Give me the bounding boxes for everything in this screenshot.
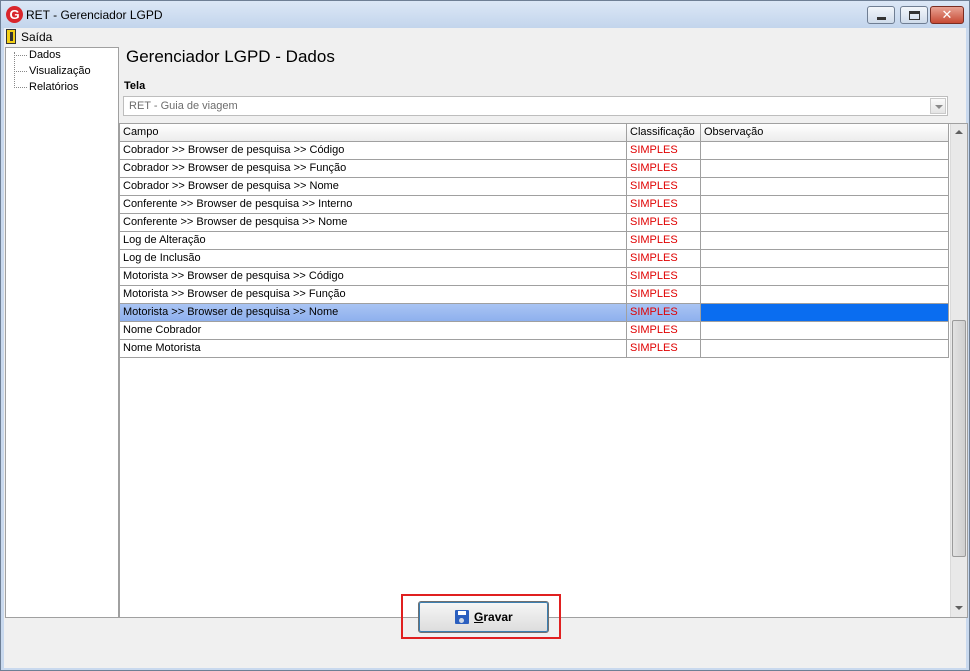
table-row[interactable]: Nome Cobrador SIMPLES [120, 322, 949, 340]
cell-campo[interactable]: Cobrador >> Browser de pesquisa >> Funçã… [120, 160, 627, 178]
cell-classificacao[interactable]: SIMPLES [627, 250, 701, 268]
cell-classificacao[interactable]: SIMPLES [627, 340, 701, 358]
tree-item-label: Dados [29, 49, 61, 61]
cell-classificacao[interactable]: SIMPLES [627, 142, 701, 160]
table-row[interactable]: Motorista >> Browser de pesquisa >> Códi… [120, 268, 949, 286]
cell-classificacao[interactable]: SIMPLES [627, 304, 701, 322]
cell-campo[interactable]: Nome Cobrador [120, 322, 627, 340]
scroll-down-icon[interactable] [951, 600, 967, 617]
tree-item-label: Relatórios [29, 81, 79, 93]
cell-classificacao[interactable]: SIMPLES [627, 268, 701, 286]
vertical-scrollbar[interactable] [950, 124, 967, 617]
minimize-icon [877, 17, 886, 20]
cell-classificacao[interactable]: SIMPLES [627, 232, 701, 250]
save-button-label: Gravar [474, 610, 513, 624]
table-row[interactable]: Cobrador >> Browser de pesquisa >> Nome S… [120, 178, 949, 196]
cell-observacao[interactable] [701, 178, 949, 196]
cell-campo[interactable]: Motorista >> Browser de pesquisa >> Códi… [120, 268, 627, 286]
cell-observacao[interactable] [701, 250, 949, 268]
floppy-disk-icon [455, 610, 469, 624]
table-row[interactable]: Nome Motorista SIMPLES [120, 340, 949, 358]
column-header-observacao[interactable]: Observação [701, 124, 949, 142]
cell-classificacao[interactable]: SIMPLES [627, 178, 701, 196]
tree-item-label: Visualização [29, 65, 91, 77]
page-title: Gerenciador LGPD - Dados [126, 47, 335, 66]
cell-campo[interactable]: Log de Inclusão [120, 250, 627, 268]
grid-header: Campo Classificação Observação [120, 124, 949, 142]
cell-classificacao[interactable]: SIMPLES [627, 160, 701, 178]
cell-classificacao[interactable]: SIMPLES [627, 286, 701, 304]
column-header-campo[interactable]: Campo [120, 124, 627, 142]
cell-classificacao[interactable]: SIMPLES [627, 214, 701, 232]
maximize-icon [909, 11, 920, 20]
chevron-down-icon[interactable] [930, 98, 946, 114]
cell-campo[interactable]: Cobrador >> Browser de pesquisa >> Nome [120, 178, 627, 196]
tela-select[interactable]: RET - Guia de viagem [123, 96, 948, 116]
app-window: G RET - Gerenciador LGPD ✕ Saída Dados V… [0, 0, 970, 671]
cell-observacao[interactable] [701, 196, 949, 214]
tela-label: Tela [124, 80, 146, 92]
fields-grid[interactable]: Campo Classificação Observação Cobrador … [119, 123, 968, 618]
close-button[interactable]: ✕ [930, 6, 964, 24]
table-row[interactable]: Conferente >> Browser de pesquisa >> Int… [120, 196, 949, 214]
save-button[interactable]: Gravar [418, 601, 549, 633]
table-row[interactable]: Log de Inclusão SIMPLES [120, 250, 949, 268]
table-row[interactable]: Motorista >> Browser de pesquisa >> Nome… [120, 304, 949, 322]
cell-classificacao[interactable]: SIMPLES [627, 196, 701, 214]
close-icon: ✕ [941, 7, 953, 22]
tree-connector-line [14, 52, 15, 88]
cell-observacao[interactable] [701, 304, 949, 322]
scroll-up-icon[interactable] [951, 124, 967, 141]
menu-item-saida[interactable]: Saída [21, 30, 52, 44]
column-header-classificacao[interactable]: Classificação [627, 124, 701, 142]
navigation-tree: Dados Visualização Relatórios [5, 47, 119, 618]
cell-observacao[interactable] [701, 232, 949, 250]
scrollbar-thumb[interactable] [952, 320, 966, 557]
cell-classificacao[interactable]: SIMPLES [627, 322, 701, 340]
maximize-button[interactable] [900, 6, 928, 24]
cell-observacao[interactable] [701, 268, 949, 286]
cell-campo[interactable]: Log de Alteração [120, 232, 627, 250]
table-row[interactable]: Cobrador >> Browser de pesquisa >> Códig… [120, 142, 949, 160]
client-area: Saída Dados Visualização Relatórios Gere… [4, 28, 968, 668]
table-row[interactable]: Cobrador >> Browser de pesquisa >> Funçã… [120, 160, 949, 178]
cell-campo[interactable]: Cobrador >> Browser de pesquisa >> Códig… [120, 142, 627, 160]
title-bar[interactable]: G RET - Gerenciador LGPD ✕ [1, 1, 969, 28]
cell-observacao[interactable] [701, 160, 949, 178]
window-title: RET - Gerenciador LGPD [26, 8, 163, 22]
cell-observacao[interactable] [701, 322, 949, 340]
cell-campo[interactable]: Motorista >> Browser de pesquisa >> Nome [120, 304, 627, 322]
cell-campo[interactable]: Conferente >> Browser de pesquisa >> Nom… [120, 214, 627, 232]
cell-observacao[interactable] [701, 340, 949, 358]
cell-observacao[interactable] [701, 214, 949, 232]
cell-campo[interactable]: Nome Motorista [120, 340, 627, 358]
cell-observacao[interactable] [701, 142, 949, 160]
app-logo-icon: G [6, 6, 23, 23]
minimize-button[interactable] [867, 6, 895, 24]
cell-campo[interactable]: Conferente >> Browser de pesquisa >> Int… [120, 196, 627, 214]
exit-door-icon [6, 29, 16, 44]
cell-observacao[interactable] [701, 286, 949, 304]
table-row[interactable]: Motorista >> Browser de pesquisa >> Funç… [120, 286, 949, 304]
menu-bar: Saída [4, 28, 966, 46]
cell-campo[interactable]: Motorista >> Browser de pesquisa >> Funç… [120, 286, 627, 304]
tela-select-value: RET - Guia de viagem [129, 100, 238, 112]
table-row[interactable]: Log de Alteração SIMPLES [120, 232, 949, 250]
table-row[interactable]: Conferente >> Browser de pesquisa >> Nom… [120, 214, 949, 232]
